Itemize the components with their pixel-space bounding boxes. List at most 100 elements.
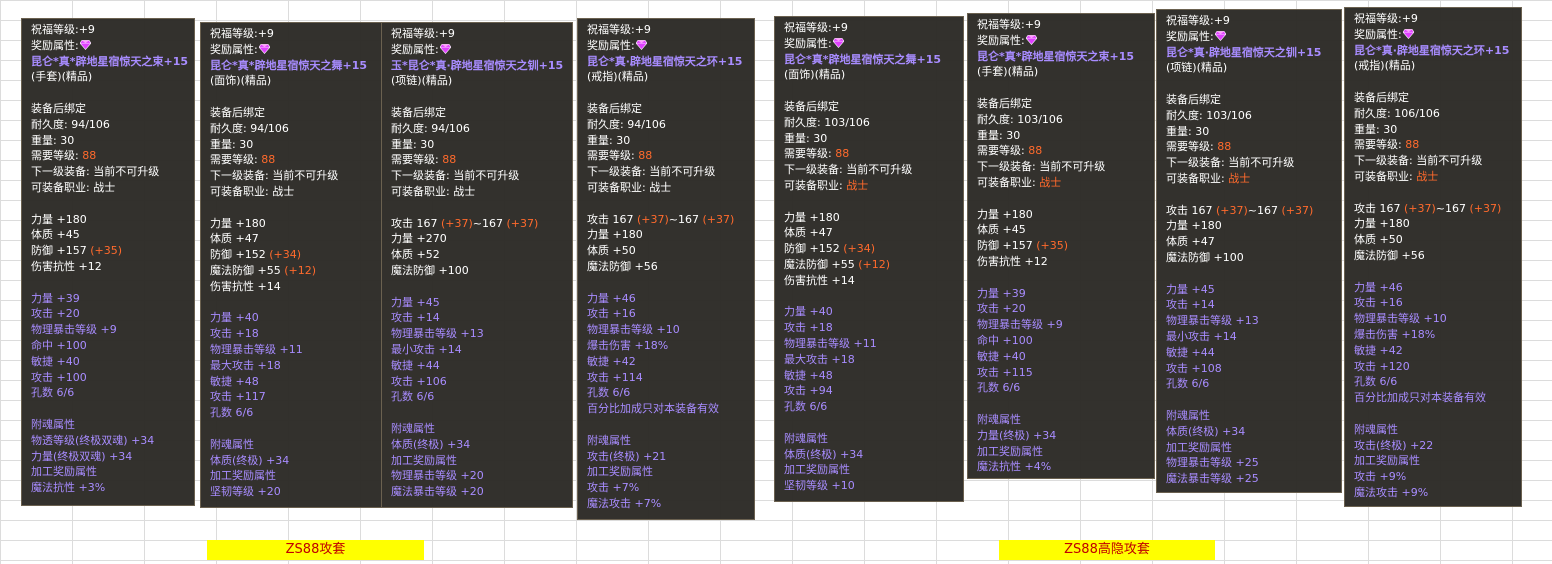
stat-line: 魔法抗性 +3%: [31, 480, 185, 496]
stat-text: 敏捷 +42: [1354, 343, 1403, 357]
stat-line: 攻击 +14: [1166, 297, 1332, 313]
stat-line: 攻击 +18: [784, 320, 954, 336]
stat-text: 可装备职业:: [784, 178, 847, 192]
stat-text: 力量(终极) +34: [977, 428, 1057, 442]
stat-line: 攻击 +108: [1166, 361, 1332, 377]
stat-line: 加工奖励属性: [587, 464, 745, 480]
stat-line: 需要等级: 88: [587, 148, 745, 164]
line-spacer: [31, 85, 185, 101]
stat-line: 孔数 6/6: [391, 389, 563, 405]
stat-text: 攻击 +18: [784, 321, 833, 335]
stat-line: 需要等级: 88: [1166, 139, 1332, 155]
stat-text: 耐久度: 94/106: [210, 121, 289, 135]
stat-text: 需要等级:: [977, 144, 1029, 158]
stat-line: 攻击 +114: [587, 370, 745, 386]
stat-text: ~167: [668, 212, 703, 226]
stat-line: 坚韧等级 +20: [210, 484, 372, 500]
stat-bonus: 战士: [1228, 171, 1251, 185]
stat-text: 体质 +50: [1354, 233, 1403, 247]
stat-line: 攻击 +117: [210, 389, 372, 405]
stat-line: 下一级装备: 当前不可升级: [31, 164, 185, 180]
stat-bonus: 88: [1217, 140, 1232, 154]
stat-line: 力量 +46: [1354, 280, 1512, 296]
stat-text: 加工奖励属性: [1354, 454, 1420, 468]
stat-text: 耐久度: 103/106: [977, 112, 1063, 126]
stat-line: 下一级装备: 当前不可升级: [391, 168, 563, 184]
stat-text: 加工奖励属性: [31, 465, 97, 479]
gem-icon: [258, 43, 270, 54]
stat-line: 祝福等级:+9: [31, 22, 185, 38]
stat-line: 防御 +152 (+34): [784, 241, 954, 257]
stat-line: 需要等级: 88: [784, 146, 954, 162]
line-spacer: [587, 85, 745, 101]
line-spacer: [1354, 264, 1512, 280]
stat-text: 体质(终极) +34: [210, 453, 290, 467]
stat-text: 攻击 167: [1354, 201, 1404, 215]
stat-text: 力量 +46: [587, 291, 636, 305]
stat-line: 重量: 30: [1354, 122, 1512, 138]
line-spacer: [31, 401, 185, 417]
stat-text: 昆仑*真·辟地星宿惊天之环+15: [587, 54, 743, 68]
stat-line: 可装备职业: 战士: [1354, 169, 1512, 185]
stat-text: (手套)(精品): [977, 65, 1039, 79]
stat-text: 体质 +52: [391, 248, 440, 262]
stat-line: 攻击 +9%: [1354, 469, 1512, 485]
stat-text: 攻击 +114: [587, 370, 643, 384]
stat-line: (项链)(精品): [391, 73, 563, 89]
stat-text: 重量: 30: [587, 133, 631, 147]
stat-text: 附魂属性: [391, 421, 435, 435]
stat-line: (面饰)(精品): [210, 73, 372, 89]
stat-bonus: 战士: [1039, 175, 1062, 189]
stat-line: 力量(终极) +34: [977, 428, 1145, 444]
stat-line: 魔法暴击等级 +25: [1166, 471, 1332, 487]
stat-text: ~167: [1435, 201, 1470, 215]
stat-text: 攻击 167: [1166, 203, 1216, 217]
stat-bonus: (+37): [1281, 203, 1314, 217]
stat-text: 魔法暴击等级 +20: [391, 485, 484, 499]
stat-line: 加工奖励属性: [210, 468, 372, 484]
item-name: 昆仑*真*辟地星宿惊天之束+15: [977, 49, 1145, 65]
stat-line: (戒指)(精品): [587, 69, 745, 85]
stat-text: 攻击 +16: [1354, 296, 1403, 310]
stat-text: 敏捷 +48: [784, 368, 833, 382]
stat-line: 加工奖励属性: [31, 464, 185, 480]
stat-line: 可装备职业: 战士: [391, 184, 563, 200]
stat-line: 装备后绑定: [784, 99, 954, 115]
stat-line: 攻击 167 (+37)~167 (+37): [587, 212, 745, 228]
stat-bonus: 88: [638, 149, 653, 163]
stat-line: 敏捷 +48: [784, 368, 954, 384]
stat-text: 最大攻击 +18: [784, 352, 855, 366]
stat-line: 物理暴击等级 +11: [784, 336, 954, 352]
stat-text: 可装备职业:: [1166, 171, 1229, 185]
line-spacer: [784, 83, 954, 99]
stat-line: 孔数 6/6: [784, 399, 954, 415]
stat-line: 魔法防御 +56: [587, 259, 745, 275]
stat-line: 奖励属性:: [391, 42, 563, 58]
stat-bonus: (+37): [637, 212, 669, 226]
stat-text: 耐久度: 103/106: [1166, 108, 1252, 122]
stat-text: 力量 +180: [784, 210, 840, 224]
stat-line: 敏捷 +44: [391, 358, 563, 374]
stat-text: 魔法防御 +100: [1166, 250, 1244, 264]
stat-line: 加工奖励属性: [1166, 440, 1332, 456]
stat-text: 附魂属性: [587, 433, 631, 447]
stat-text: 力量 +45: [1166, 282, 1215, 296]
stat-text: 体质(终极) +34: [391, 437, 471, 451]
stat-line: 需要等级: 88: [31, 148, 185, 164]
stat-text: 魔法防御 +55: [210, 263, 285, 277]
stat-text: 魔法抗性 +4%: [977, 460, 1052, 474]
stat-bonus: (+37): [702, 212, 735, 226]
stat-text: 体质 +47: [210, 232, 259, 246]
stat-text: 爆击伤害 +18%: [1354, 327, 1436, 341]
stat-line: 伤害抗性 +12: [977, 254, 1145, 270]
stat-text: 祝福等级:+9: [587, 23, 651, 36]
stat-text: 魔法防御 +55: [784, 257, 859, 271]
stat-line: 孔数 6/6: [977, 380, 1145, 396]
stat-bonus: 88: [1028, 144, 1043, 158]
stat-text: (戒指)(精品): [587, 70, 649, 84]
stat-line: 体质 +45: [31, 227, 185, 243]
stat-text: 昆仑*真*辟地星宿惊天之束+15: [977, 49, 1135, 63]
stat-text: 最小攻击 +14: [391, 342, 462, 356]
stat-text: 伤害抗性 +14: [210, 279, 281, 293]
stat-text: 奖励属性:: [1166, 29, 1214, 43]
